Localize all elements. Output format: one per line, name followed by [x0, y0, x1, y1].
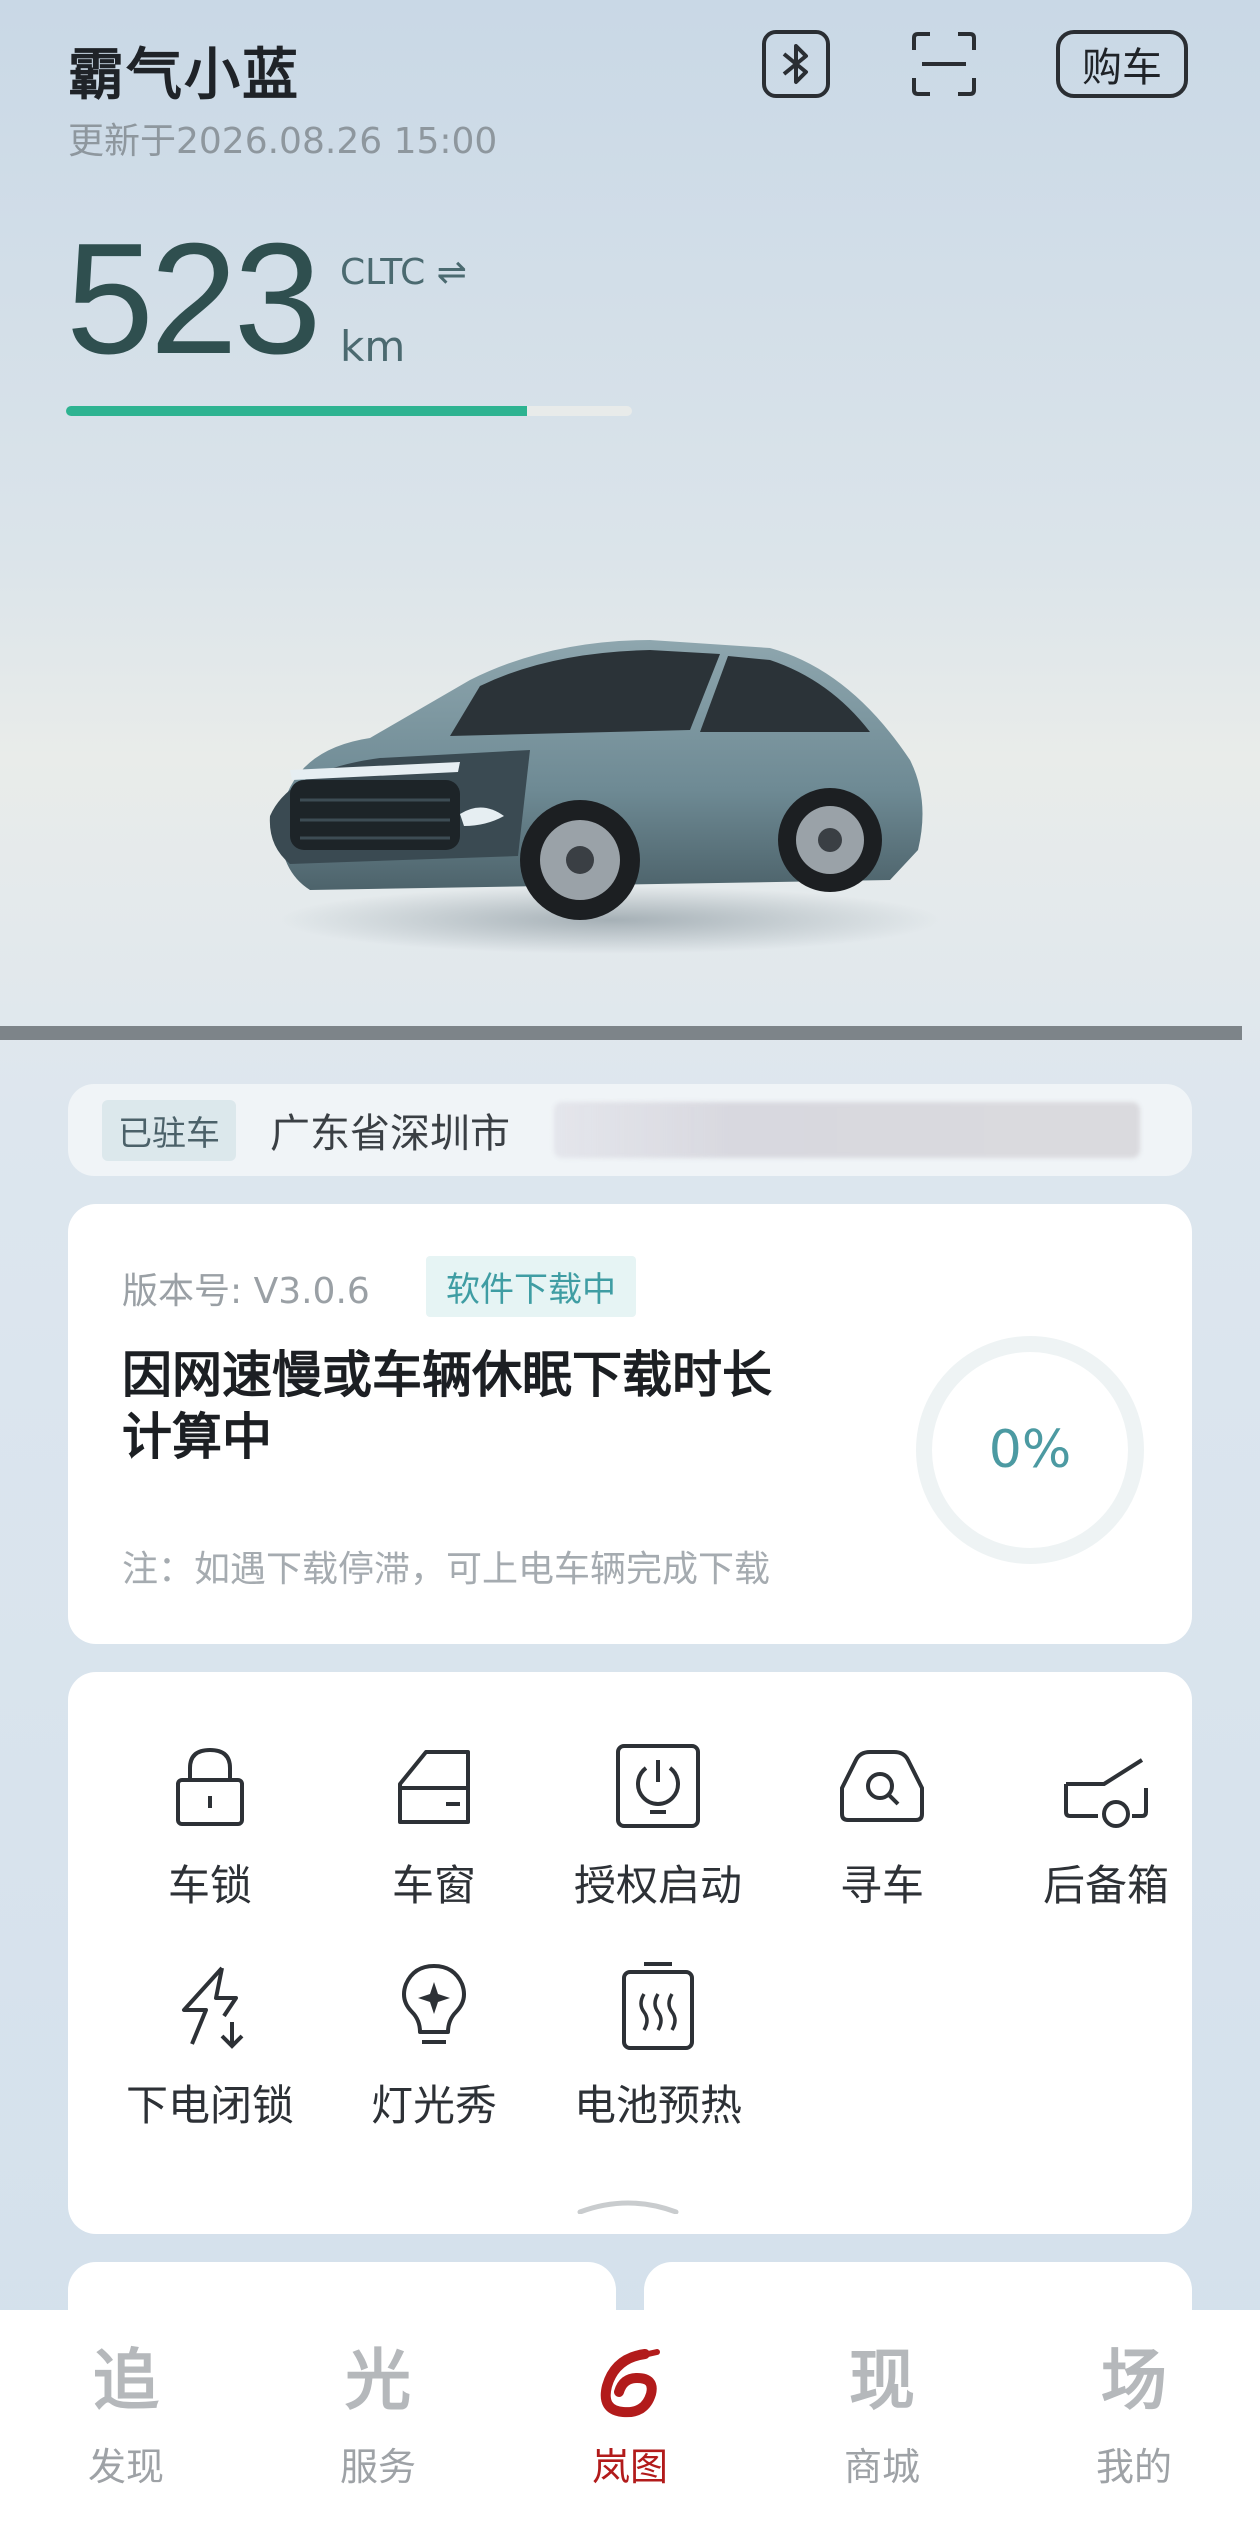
battery-preheat-icon [622, 1962, 694, 2050]
tab-mine-icon: 场 [1101, 2342, 1167, 2419]
tab-discover[interactable]: 追 发现 [0, 2310, 252, 2523]
bottom-tab-bar: 追 发现 光 服务 岚图 现 商城 场 我的 [0, 2310, 1260, 2523]
tab-mall-label: 商城 [843, 2445, 920, 2489]
control-find-car-label: 寻车 [839, 1861, 924, 1910]
tab-mall[interactable]: 现 商城 [756, 2310, 1008, 2523]
tab-mine[interactable]: 场 我的 [1008, 2310, 1260, 2523]
tab-mall-icon: 现 [849, 2342, 915, 2419]
control-authorize-start[interactable]: 授权启动 [558, 1738, 758, 1913]
tab-discover-label: 发现 [87, 2445, 164, 2489]
lock-icon [176, 1747, 244, 1826]
control-trunk-label: 后备箱 [1042, 1861, 1169, 1910]
control-window[interactable]: 车窗 [334, 1738, 534, 1913]
download-status-badge: 软件下载中 [426, 1256, 636, 1317]
expand-handle-icon[interactable] [576, 2198, 680, 2214]
download-progress-value: 0% [988, 1420, 1072, 1480]
power-authorize-icon [616, 1744, 700, 1828]
buy-car-button[interactable]: 购车 [1056, 30, 1188, 98]
header-divider [0, 1026, 1242, 1040]
voyah-logo-icon [600, 2349, 660, 2418]
range-standard-toggle[interactable]: CLTC ⇌ [340, 252, 467, 293]
update-note: 注：如遇下载停滞，可上电车辆完成下载 [122, 1549, 771, 1590]
control-lock[interactable]: 车锁 [110, 1738, 310, 1913]
scan-button[interactable] [910, 30, 978, 98]
control-window-label: 车窗 [391, 1861, 476, 1910]
control-power-off-lock[interactable]: 下电闭锁 [110, 1958, 310, 2133]
control-find-car[interactable]: 寻车 [782, 1738, 982, 1913]
light-show-icon [402, 1964, 466, 2044]
address-redaction [554, 1102, 1140, 1158]
range-bar-fill [66, 406, 528, 416]
car-window-icon [398, 1750, 470, 1824]
scan-icon [912, 32, 976, 96]
vehicle-header: 霸气小蓝 更新于2026.08.26 15:00 购车 523 CLTC ⇌ k… [0, 0, 1260, 1040]
range-bar [66, 406, 632, 416]
vehicle-controls-card: 车锁 车窗 授权启动 寻车 后备箱 下电闭锁 灯光秀 电池预热 [68, 1672, 1192, 2234]
control-light-show-label: 灯光秀 [370, 2081, 497, 2130]
car-name: 霸气小蓝 [68, 43, 300, 108]
range-value: 523 [66, 211, 322, 387]
update-message: 因网速慢或车辆休眠下载时长计算中 [122, 1346, 772, 1466]
control-battery-preheat-label: 电池预热 [573, 2081, 742, 2130]
version-number: 版本号: V3.0.6 [122, 1271, 370, 1312]
tab-voyah[interactable]: 岚图 [504, 2310, 756, 2523]
range-unit: km [340, 322, 406, 371]
control-light-show[interactable]: 灯光秀 [334, 1958, 534, 2133]
control-authorize-start-label: 授权启动 [573, 1861, 742, 1910]
parking-address: 广东省深圳市 [270, 1111, 510, 1157]
control-trunk[interactable]: 后备箱 [1006, 1738, 1206, 1913]
control-battery-preheat[interactable]: 电池预热 [558, 1958, 758, 2133]
tab-service-icon: 光 [345, 2342, 411, 2419]
parked-status-badge: 已驻车 [102, 1099, 236, 1161]
tab-service-label: 服务 [339, 2445, 416, 2489]
tab-service[interactable]: 光 服务 [252, 2310, 504, 2523]
parking-location-card[interactable]: 已驻车 广东省深圳市 [68, 1084, 1192, 1176]
control-power-off-lock-label: 下电闭锁 [125, 2081, 294, 2130]
tab-discover-icon: 追 [93, 2342, 159, 2419]
tab-voyah-label: 岚图 [591, 2445, 668, 2489]
find-car-icon [840, 1750, 924, 1822]
update-timestamp: 更新于2026.08.26 15:00 [68, 121, 498, 162]
bluetooth-button[interactable] [762, 30, 830, 98]
tab-mine-label: 我的 [1095, 2445, 1172, 2489]
vehicle-image [269, 640, 940, 954]
power-off-lock-icon [182, 1966, 244, 2049]
control-lock-label: 车锁 [167, 1861, 252, 1910]
bluetooth-icon [782, 44, 808, 84]
software-update-card[interactable]: 版本号: V3.0.6 软件下载中 因网速慢或车辆休眠下载时长计算中 注：如遇下… [68, 1204, 1192, 1644]
trunk-icon [1064, 1758, 1148, 1828]
